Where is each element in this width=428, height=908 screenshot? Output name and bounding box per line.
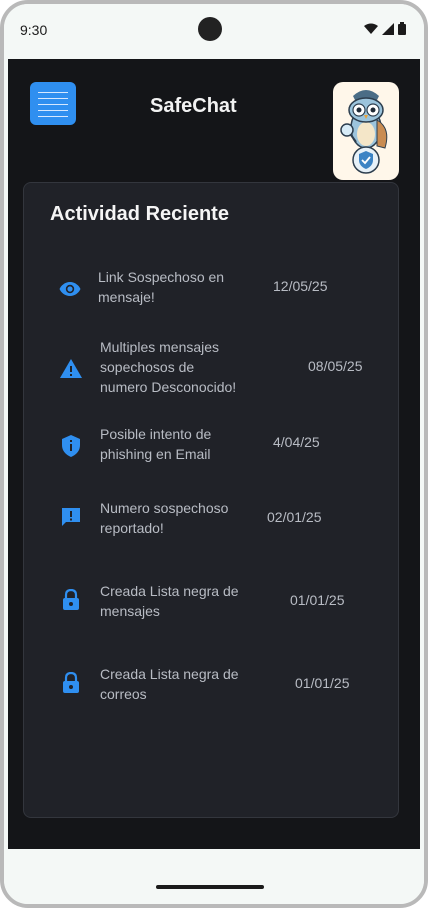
activity-text-line: numero Desconocido! bbox=[100, 379, 237, 395]
camera-cutout bbox=[198, 17, 222, 41]
shield-info-icon bbox=[62, 435, 80, 457]
lock-icon bbox=[63, 672, 79, 693]
activity-text-line: Creada Lista negra de bbox=[100, 666, 239, 682]
activity-text: Link Sospechoso en mensaje! bbox=[98, 267, 224, 307]
warning-icon bbox=[60, 359, 82, 378]
report-icon bbox=[62, 508, 80, 526]
activity-text: Creada Lista negra de mensajes bbox=[100, 581, 239, 621]
phone-frame: 9:30 SafeChat Actividad Reciente Link So… bbox=[0, 0, 428, 908]
activity-text-line: Posible intento de bbox=[100, 426, 212, 442]
navigation-bar bbox=[4, 849, 424, 904]
activity-text-line: sopechosos de bbox=[100, 359, 195, 375]
activity-text-line: mensajes bbox=[100, 603, 160, 619]
activity-date: 01/01/25 bbox=[295, 675, 350, 691]
activity-text-line: phishing en Email bbox=[100, 446, 211, 462]
status-bar: 9:30 bbox=[4, 4, 424, 59]
lock-icon bbox=[63, 589, 79, 610]
menu-line bbox=[38, 116, 68, 117]
menu-line bbox=[38, 92, 68, 93]
signal-icon bbox=[382, 22, 394, 35]
activity-item[interactable]: Creada Lista negra de mensajes 01/01/25 bbox=[24, 581, 398, 625]
eye-icon bbox=[59, 282, 81, 296]
activity-item[interactable]: Numero sospechoso reportado! 02/01/25 bbox=[24, 498, 398, 542]
activity-date: 08/05/25 bbox=[308, 358, 363, 374]
menu-line bbox=[38, 98, 68, 99]
owl-detective-icon bbox=[340, 90, 388, 174]
activity-text-line: correos bbox=[100, 686, 147, 702]
menu-line bbox=[38, 104, 68, 105]
activity-text-line: mensaje! bbox=[98, 289, 155, 305]
activity-text: Posible intento de phishing en Email bbox=[100, 424, 211, 464]
battery-icon bbox=[398, 22, 406, 35]
activity-text-line: Multiples mensajes bbox=[100, 339, 220, 355]
card-title: Actividad Reciente bbox=[50, 203, 229, 225]
activity-date: 01/01/25 bbox=[290, 592, 345, 608]
activity-date: 02/01/25 bbox=[267, 509, 322, 525]
activity-item[interactable]: Multiples mensajes sopechosos de numero … bbox=[24, 337, 398, 399]
activity-text: Multiples mensajes sopechosos de numero … bbox=[100, 337, 236, 397]
status-time: 9:30 bbox=[20, 22, 48, 38]
system-icons bbox=[364, 22, 406, 35]
app-screen: SafeChat Actividad Reciente Link Sospech… bbox=[8, 59, 420, 849]
activity-item[interactable]: Creada Lista negra de correos 01/01/25 bbox=[24, 664, 398, 708]
activity-date: 12/05/25 bbox=[273, 278, 328, 294]
activity-text-line: Numero sospechoso bbox=[100, 500, 229, 516]
menu-line bbox=[38, 110, 68, 111]
activity-item[interactable]: Link Sospechoso en mensaje! 12/05/25 bbox=[24, 267, 398, 311]
activity-text: Creada Lista negra de correos bbox=[100, 664, 239, 704]
wifi-icon bbox=[364, 23, 378, 34]
activity-item[interactable]: Posible intento de phishing en Email 4/0… bbox=[24, 424, 398, 468]
owl-logo[interactable] bbox=[333, 82, 399, 180]
activity-date: 4/04/25 bbox=[273, 434, 320, 450]
menu-button[interactable] bbox=[30, 82, 76, 125]
activity-text-line: reportado! bbox=[100, 520, 164, 536]
activity-text: Numero sospechoso reportado! bbox=[100, 498, 228, 538]
recent-activity-card: Actividad Reciente Link Sospechoso en me… bbox=[23, 182, 399, 818]
app-title: SafeChat bbox=[150, 95, 237, 117]
home-indicator[interactable] bbox=[156, 885, 264, 889]
activity-text-line: Creada Lista negra de bbox=[100, 583, 239, 599]
activity-text-line: Link Sospechoso en bbox=[98, 269, 225, 285]
